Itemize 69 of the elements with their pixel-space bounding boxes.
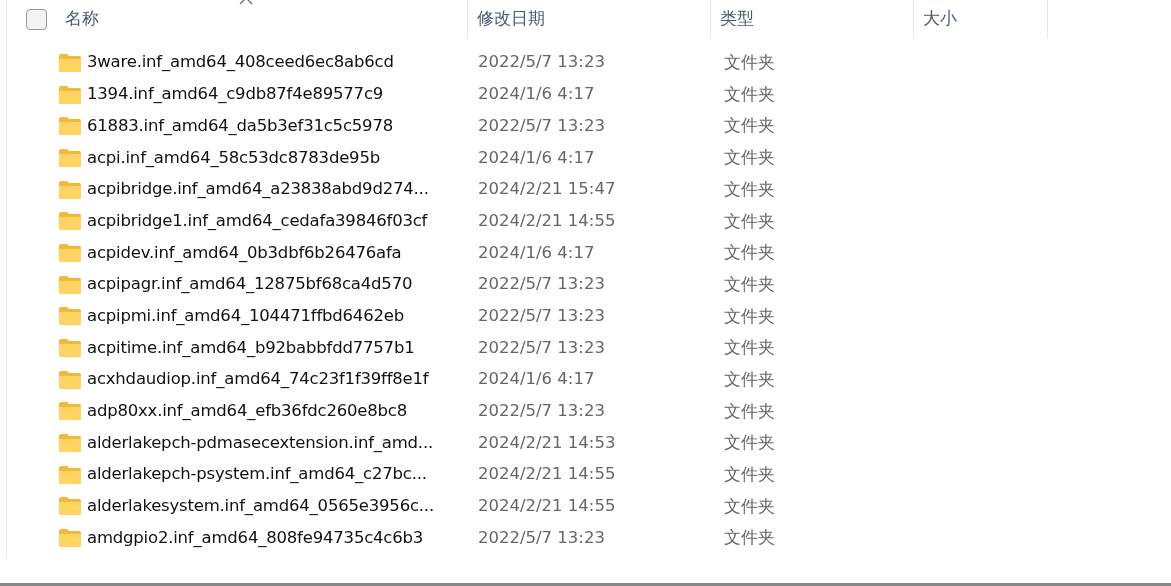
- file-name[interactable]: acpibridge.inf_amd64_a23838abd9d274...: [87, 177, 429, 202]
- file-name[interactable]: alderlakepch-psystem.inf_amd64_c27bc...: [87, 462, 427, 488]
- column-header[interactable]: 修改日期: [468, 0, 711, 38]
- modified-date: 2024/1/6 4:17: [478, 242, 595, 262]
- file-name[interactable]: 61883.inf_amd64_da5b3ef31c5c5978: [87, 113, 393, 139]
- file-name[interactable]: adp80xx.inf_amd64_efb36fdc260e8bc8: [87, 399, 407, 424]
- file-name[interactable]: amdgpio2.inf_amd64_808fe94735c4c6b3: [87, 525, 424, 551]
- file-name[interactable]: alderlakepch-pdmasecextension.inf_amd...: [87, 430, 433, 456]
- folder-icon: [59, 180, 81, 199]
- modified-date: 2024/2/21 15:47: [478, 179, 616, 199]
- file-type: 文件夹: [724, 52, 775, 73]
- file-type: 文件夹: [724, 400, 775, 421]
- file-name[interactable]: acpi.inf_amd64_58c53dc8783de95b: [87, 145, 380, 171]
- file-type: 文件夹: [724, 527, 775, 548]
- select-all-checkbox[interactable]: [26, 8, 47, 30]
- file-type: 文件夹: [724, 242, 775, 263]
- modified-date: 2024/1/6 4:17: [478, 84, 595, 104]
- file-type: 文件夹: [724, 337, 775, 358]
- folder-icon: [59, 85, 81, 104]
- folder-icon: [59, 339, 81, 358]
- file-type: 文件夹: [724, 464, 775, 485]
- folder-icon: [59, 370, 81, 389]
- file-type: 文件夹: [724, 178, 775, 199]
- file-name[interactable]: acpipmi.inf_amd64_104471ffbd6462eb: [87, 303, 404, 329]
- file-name[interactable]: acpibridge1.inf_amd64_cedafa39846f03cf: [87, 208, 428, 234]
- modified-date: 2022/5/7 13:23: [478, 337, 605, 357]
- file-name[interactable]: acpitime.inf_amd64_b92babbfdd7757b1: [87, 335, 415, 361]
- modified-date: 2022/5/7 13:23: [478, 274, 605, 294]
- modified-date: 2024/2/21 14:55: [478, 496, 616, 516]
- folder-icon: [59, 117, 81, 136]
- file-name[interactable]: 1394.inf_amd64_c9db87f4e89577c9: [87, 82, 384, 107]
- folder-icon: [59, 529, 81, 548]
- modified-date: 2022/5/7 13:23: [478, 305, 605, 325]
- file-type: 文件夹: [724, 147, 775, 168]
- modified-date: 2022/5/7 13:23: [478, 527, 605, 547]
- folder-icon: [59, 497, 81, 516]
- folder-icon: [59, 148, 81, 167]
- file-name[interactable]: 3ware.inf_amd64_408ceed6ec8ab6cd: [87, 50, 394, 76]
- file-type: 文件夹: [724, 83, 775, 104]
- modified-date: 2024/2/21 14:55: [478, 210, 616, 230]
- modified-date: 2024/2/21 14:55: [478, 464, 616, 484]
- folder-icon: [59, 275, 81, 294]
- file-name[interactable]: alderlakesystem.inf_amd64_0565e3956c...: [87, 494, 434, 519]
- modified-date: 2024/1/6 4:17: [478, 147, 595, 167]
- file-name[interactable]: acpipagr.inf_amd64_12875bf68ca4d570: [87, 272, 413, 298]
- file-name[interactable]: acxhdaudiop.inf_amd64_74c23f1f39ff8e1f: [87, 367, 429, 393]
- file-type: 文件夹: [724, 495, 775, 516]
- file-type: 文件夹: [724, 210, 775, 231]
- file-type: 文件夹: [724, 432, 775, 453]
- folder-icon: [59, 465, 81, 484]
- file-name[interactable]: acpidev.inf_amd64_0b3dbf6b26476afa: [87, 240, 402, 266]
- folder-icon: [59, 434, 81, 453]
- column-header[interactable]: 名称: [65, 6, 99, 32]
- modified-date: 2022/5/7 13:23: [478, 52, 605, 72]
- folder-icon: [59, 402, 81, 421]
- column-header[interactable]: 大小: [914, 0, 1048, 38]
- folder-icon: [59, 307, 81, 326]
- file-type: 文件夹: [724, 368, 775, 389]
- modified-date: 2024/2/21 14:53: [478, 432, 616, 452]
- file-type: 文件夹: [724, 305, 775, 326]
- folder-icon: [59, 243, 81, 262]
- column-header[interactable]: 类型: [711, 0, 914, 38]
- file-type: 文件夹: [724, 273, 775, 294]
- file-type: 文件夹: [724, 115, 775, 136]
- modified-date: 2024/1/6 4:17: [478, 369, 595, 389]
- folder-icon: [59, 53, 81, 72]
- folder-icon: [59, 212, 81, 231]
- modified-date: 2022/5/7 13:23: [478, 115, 605, 135]
- modified-date: 2022/5/7 13:23: [478, 401, 605, 421]
